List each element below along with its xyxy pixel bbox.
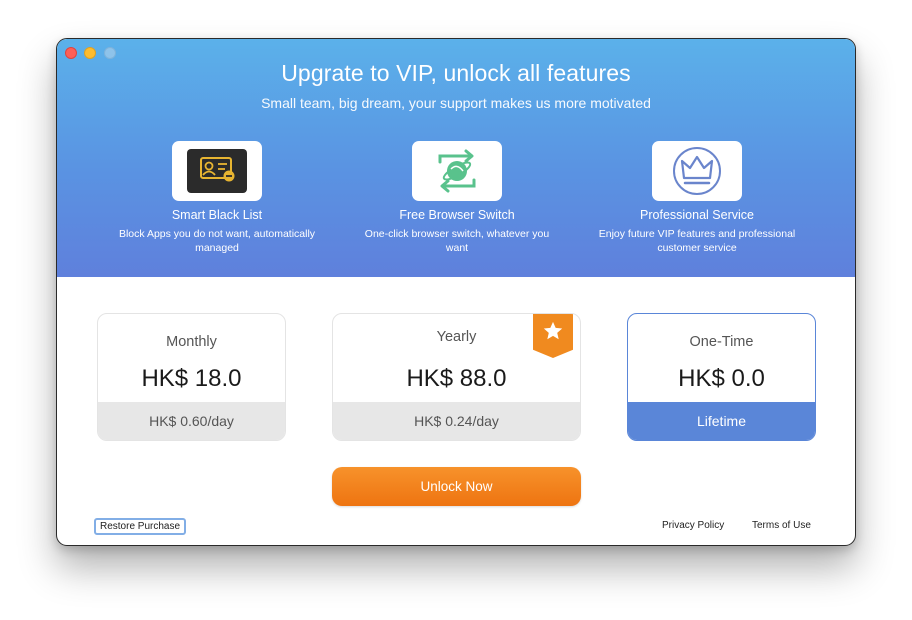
star-icon [543,321,563,340]
feature-description: Enjoy future VIP features and profession… [598,228,796,254]
plan-lifetime: Lifetime [628,402,815,440]
browser-switch-icon [438,149,476,193]
feature-name: Free Browser Switch [399,208,515,222]
window-zoom-button[interactable] [104,47,116,59]
plan-name: Monthly [166,334,217,350]
feature-tile [652,141,742,201]
best-value-badge [533,314,573,358]
plan-yearly[interactable]: Yearly HK$ 88.0 HK$ 0.24/day [332,313,581,441]
feature-name: Professional Service [640,208,754,222]
terms-of-use-link[interactable]: Terms of Use [752,520,811,531]
unlock-now-button[interactable]: Unlock Now [332,467,581,506]
feature-smart-black-list: Smart Black List Block Apps you do not w… [97,141,337,255]
plan-per-day: HK$ 0.60/day [98,402,285,440]
plan-price: HK$ 0.0 [678,365,765,392]
feature-description: Block Apps you do not want, automaticall… [118,228,316,254]
feature-tile [172,141,262,201]
plan-per-day: HK$ 0.24/day [333,402,580,440]
feature-free-browser-switch: Free Browser Switch One-click browser sw… [337,141,577,255]
feature-professional-service: Professional Service Enjoy future VIP fe… [577,141,817,255]
feature-name: Smart Black List [171,208,263,222]
privacy-policy-link[interactable]: Privacy Policy [662,520,724,531]
hero-banner: Upgrate to VIP, unlock all features Smal… [57,39,855,277]
plan-price: HK$ 18.0 [141,365,242,392]
blacklist-card-icon [187,149,247,193]
page-subtitle: Small team, big dream, your support make… [261,95,651,111]
plan-one-time[interactable]: One-Time HK$ 0.0 Lifetime [627,313,816,441]
feature-description: One-click browser switch, whatever you w… [364,228,550,254]
restore-purchase-button[interactable]: Restore Purchase [94,518,187,535]
plan-monthly[interactable]: Monthly HK$ 18.0 HK$ 0.60/day [97,313,286,441]
window-close-button[interactable] [65,47,77,59]
vip-upgrade-window: Upgrate to VIP, unlock all features Smal… [56,38,856,546]
page-title: Upgrate to VIP, unlock all features [281,60,631,86]
feature-tile [412,141,502,201]
window-minimize-button[interactable] [84,47,96,59]
plan-price: HK$ 88.0 [406,365,507,392]
crown-icon [673,147,721,195]
plan-name: One-Time [689,334,754,350]
